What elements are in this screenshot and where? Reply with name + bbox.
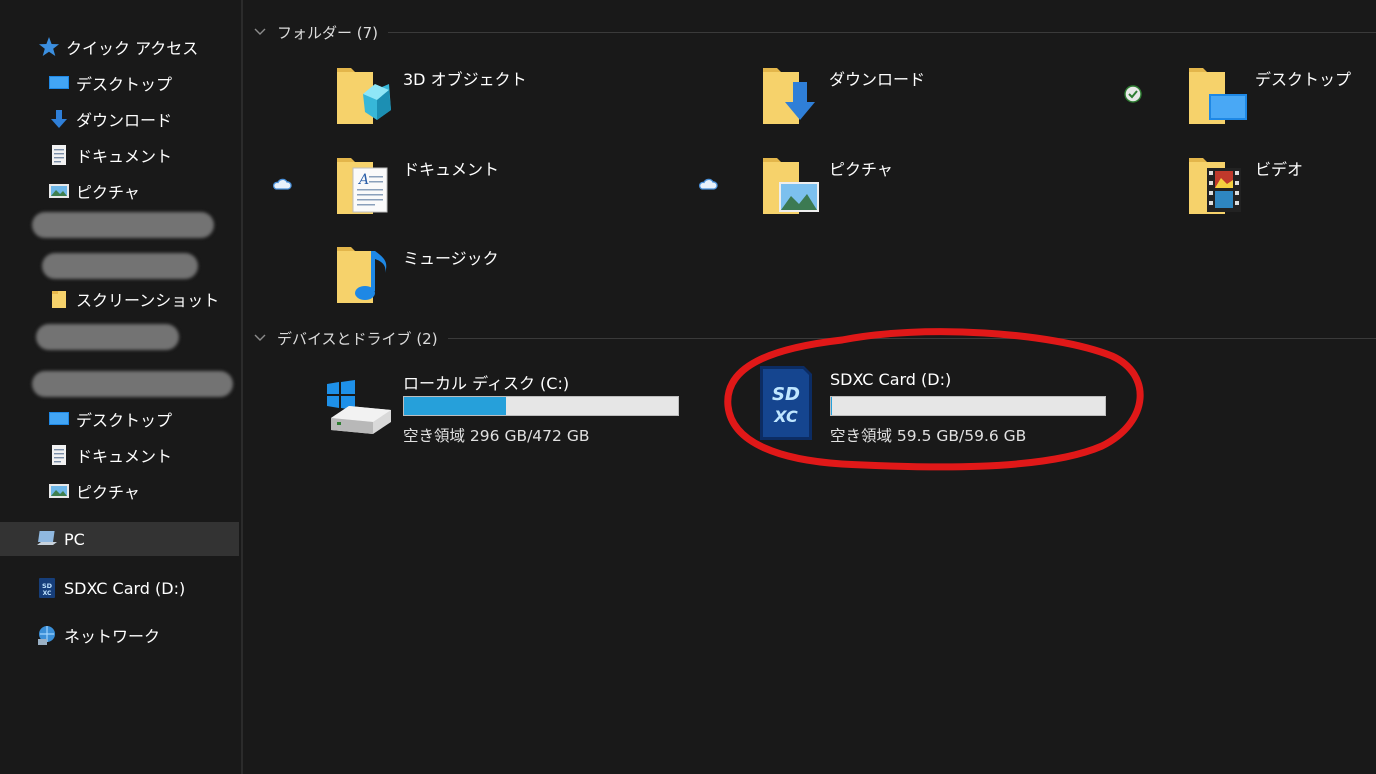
picture-icon (49, 184, 69, 198)
storage-usage-fill (404, 397, 507, 415)
cloud-icon (698, 178, 718, 190)
nav-item-documents[interactable]: ドキュメント (48, 438, 172, 472)
folder-3d-objects-icon (337, 68, 391, 124)
storage-usage-bar (403, 396, 679, 416)
nav-item-desktop[interactable]: デスクトップ (48, 66, 281, 100)
svg-text:A: A (357, 172, 369, 188)
redacted-item (36, 324, 179, 350)
pc-icon (37, 531, 57, 545)
nav-item-pictures[interactable]: ピクチャ (48, 174, 281, 208)
download-icon (51, 110, 67, 128)
folder-tile-pictures[interactable]: ピクチャ (761, 154, 1161, 224)
folder-name: ダウンロード (829, 70, 926, 89)
nav-item-pc[interactable]: PC (0, 522, 239, 556)
document-icon (52, 145, 66, 165)
folder-documents-icon: A (337, 158, 388, 214)
folder-name: 3D オブジェクト (403, 70, 527, 89)
section-label: デバイスとドライブ (2) (277, 329, 438, 348)
redacted-item (42, 253, 198, 279)
picture-icon (49, 484, 69, 498)
nav-label: SDXC Card (D:) (64, 578, 186, 598)
nav-item-download[interactable]: ダウンロード (48, 102, 281, 136)
section-divider (388, 31, 1376, 33)
nav-label: スクリーンショット (76, 291, 220, 310)
document-icon (52, 445, 66, 465)
network-icon (38, 626, 55, 645)
drive-local-disk-c[interactable]: ローカル ディスク (C:) 空き領域 296 GB/472 GB (327, 364, 747, 454)
sync-check-icon (1124, 85, 1142, 103)
navigation-pane: クイック アクセス デスクトップ ダウンロード ドキュメント ピクチャ スクリー… (0, 0, 281, 774)
folder-pictures-icon (763, 158, 819, 214)
folder-name: ミュージック (403, 249, 499, 268)
nav-label: ドキュメント (76, 447, 173, 466)
folder-tile-desktop[interactable]: デスクトップ (1187, 64, 1376, 134)
star-icon (39, 37, 59, 56)
nav-item-sdcard[interactable]: SD XC SDXC Card (D:) (36, 571, 185, 605)
nav-label: ドキュメント (76, 147, 173, 166)
nav-label: ネットワーク (64, 627, 161, 646)
folder-name: ピクチャ (829, 160, 893, 179)
folder-videos-icon (1189, 158, 1241, 214)
folders-section-header[interactable]: フォルダー (7) (253, 18, 1376, 46)
folder-tile-music[interactable]: ミュージック (335, 243, 735, 313)
folder-name: ビデオ (1255, 160, 1304, 179)
nav-item-pictures[interactable]: ピクチャ (48, 474, 140, 508)
nav-label: PC (64, 529, 85, 549)
drive-name: ローカル ディスク (C:) (403, 374, 570, 393)
nav-item-screenshots[interactable]: スクリーンショット (48, 282, 219, 316)
folder-music-icon (337, 247, 387, 303)
nav-quick-access[interactable]: クイック アクセス (38, 30, 198, 64)
redacted-item (32, 371, 233, 397)
nav-label: デスクトップ (76, 75, 173, 94)
annotation-circle (724, 328, 1144, 471)
folder-tile-downloads[interactable]: ダウンロード (761, 64, 1161, 134)
drive-free-space: 空き領域 296 GB/472 GB (403, 427, 590, 445)
redacted-item (32, 212, 214, 238)
folder-name: デスクトップ (1255, 70, 1352, 89)
folder-tile-3d-objects[interactable]: 3D オブジェクト (335, 64, 735, 134)
section-label: フォルダー (7) (277, 23, 379, 42)
nav-label: ピクチャ (76, 183, 140, 202)
nav-item-desktop[interactable]: デスクトップ (48, 402, 172, 436)
folder-downloads-icon (763, 68, 815, 124)
nav-label: ダウンロード (76, 111, 173, 130)
windows-drive-icon (327, 380, 391, 434)
nav-item-documents[interactable]: ドキュメント (48, 138, 281, 172)
folder-desktop-icon (1189, 68, 1247, 124)
cloud-icon (272, 178, 292, 190)
chevron-down-icon[interactable] (253, 331, 267, 345)
sdcard-icon: SDXC (39, 578, 55, 598)
svg-text:SD: SD (42, 582, 53, 590)
nav-label: ピクチャ (76, 483, 140, 502)
desktop-icon (49, 412, 69, 425)
desktop-icon (49, 76, 69, 89)
nav-label: クイック アクセス (66, 39, 199, 58)
nav-item-network[interactable]: ネットワーク (36, 618, 160, 652)
folder-tile-videos[interactable]: ビデオ (1187, 154, 1376, 224)
folder-tile-documents[interactable]: A ドキュメント (335, 154, 735, 224)
chevron-down-icon[interactable] (253, 25, 267, 39)
nav-label: デスクトップ (76, 411, 173, 430)
svg-text:XC: XC (43, 590, 52, 597)
folder-name: ドキュメント (403, 160, 500, 179)
folder-icon (52, 291, 66, 308)
